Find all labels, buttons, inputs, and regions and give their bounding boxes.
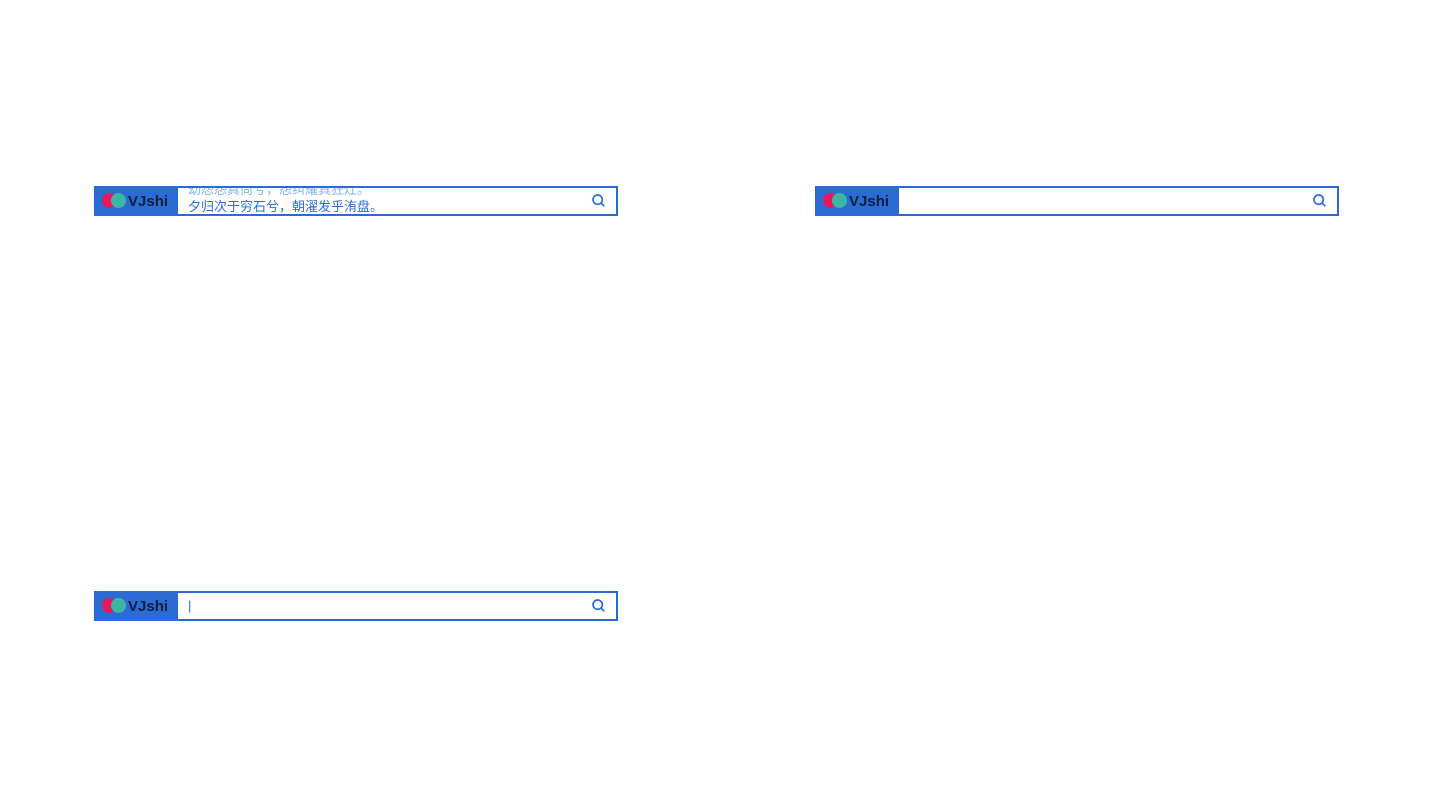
speech-tail-icon	[1305, 214, 1319, 216]
search-icon	[1312, 193, 1328, 209]
search-content: |	[178, 593, 582, 619]
logo-icon	[823, 192, 847, 210]
search-widget-2: VJshi	[815, 186, 1339, 216]
speech-tail-icon	[584, 214, 598, 216]
search-text-line-2: 夕归次于穷石兮，朝濯发乎洧盘。	[188, 199, 572, 214]
logo-icon	[102, 597, 126, 615]
logo-icon	[102, 192, 126, 210]
search-box[interactable]	[899, 186, 1339, 216]
search-widget-3: VJshi |	[94, 591, 618, 621]
search-content	[899, 188, 1303, 214]
logo-text: VJshi	[849, 193, 889, 210]
logo-text: VJshi	[128, 193, 168, 210]
search-button[interactable]	[582, 188, 616, 214]
search-content: 幼怨怨真尚兮，怨纠耀具狂灶。 夕归次于穷石兮，朝濯发乎洧盘。	[178, 188, 582, 214]
search-box[interactable]: |	[178, 591, 618, 621]
logo-box: VJshi	[94, 591, 178, 621]
search-button[interactable]	[582, 593, 616, 619]
search-text-line-1: 幼怨怨真尚兮，怨纠耀具狂灶。	[188, 188, 572, 199]
search-icon	[591, 193, 607, 209]
search-button[interactable]	[1303, 188, 1337, 214]
speech-tail-icon	[584, 619, 598, 621]
search-box[interactable]: 幼怨怨真尚兮，怨纠耀具狂灶。 夕归次于穷石兮，朝濯发乎洧盘。	[178, 186, 618, 216]
logo-box: VJshi	[94, 186, 178, 216]
search-icon	[591, 598, 607, 614]
text-cursor: |	[188, 598, 572, 615]
logo-box: VJshi	[815, 186, 899, 216]
search-widget-1: VJshi 幼怨怨真尚兮，怨纠耀具狂灶。 夕归次于穷石兮，朝濯发乎洧盘。	[94, 186, 618, 216]
logo-text: VJshi	[128, 598, 168, 615]
